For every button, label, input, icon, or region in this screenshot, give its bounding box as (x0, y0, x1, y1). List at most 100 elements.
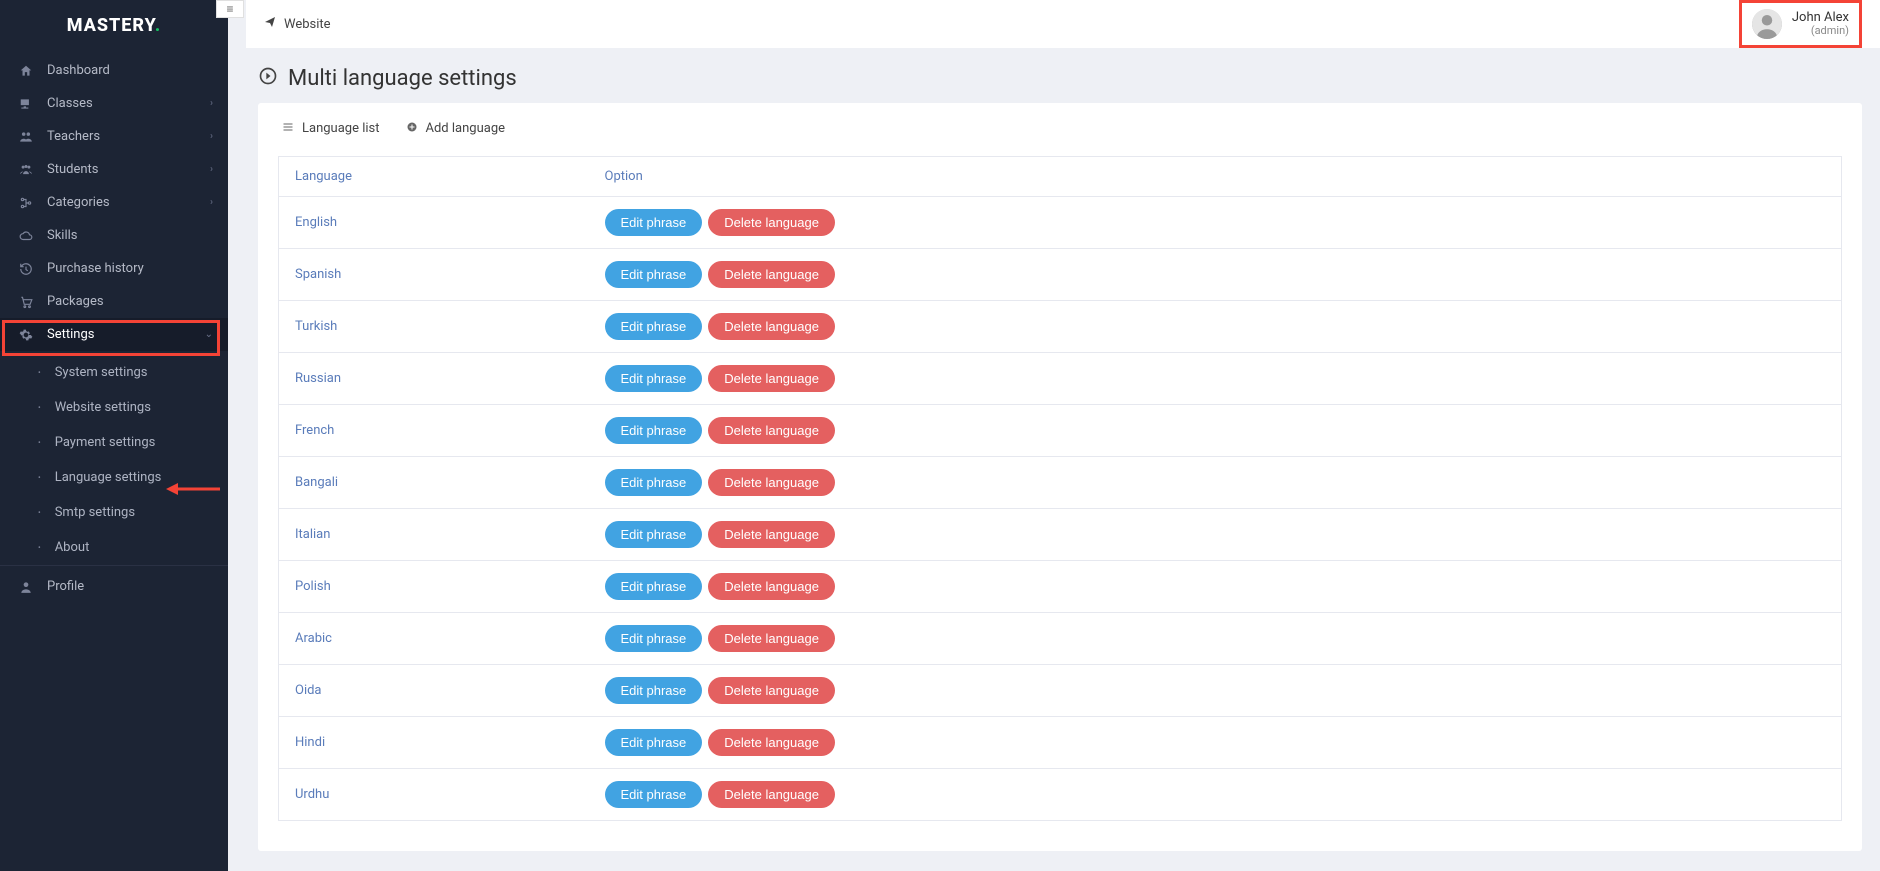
language-actions: Edit phraseDelete language (589, 509, 1842, 561)
sidebar-item-label: Students (47, 162, 99, 177)
sidebar-item-label: Teachers (47, 129, 100, 144)
language-actions: Edit phraseDelete language (589, 665, 1842, 717)
sub-item-website-settings[interactable]: •Website settings (0, 390, 228, 425)
language-actions: Edit phraseDelete language (589, 717, 1842, 769)
sidebar-item-label: Purchase history (47, 261, 144, 276)
language-actions: Edit phraseDelete language (589, 197, 1842, 249)
paper-plane-icon (264, 16, 276, 32)
edit-phrase-button[interactable]: Edit phrase (605, 261, 703, 288)
table-row: RussianEdit phraseDelete language (279, 353, 1842, 405)
bullet-icon: • (38, 473, 41, 482)
edit-phrase-button[interactable]: Edit phrase (605, 625, 703, 652)
table-row: French Edit phraseDelete language (279, 405, 1842, 457)
delete-language-button[interactable]: Delete language (708, 625, 835, 652)
sidebar-item-label: Dashboard (47, 63, 110, 78)
sidebar-item-packages[interactable]: Packages (0, 285, 228, 318)
delete-language-button[interactable]: Delete language (708, 781, 835, 808)
sub-item-label: Smtp settings (55, 505, 135, 520)
sub-item-smtp-settings[interactable]: •Smtp settings (0, 495, 228, 530)
language-name: Turkish (279, 301, 589, 353)
language-name: English (279, 197, 589, 249)
edit-phrase-button[interactable]: Edit phrase (605, 469, 703, 496)
language-name: Italian (279, 509, 589, 561)
language-name: Oida (279, 665, 589, 717)
sidebar-item-label: Categories (47, 195, 110, 210)
language-name: French (279, 405, 589, 457)
logo: MASTERY. ≡ (0, 0, 228, 50)
user-text: John Alex (admin) (1792, 11, 1849, 37)
delete-language-button[interactable]: Delete language (708, 209, 835, 236)
edit-phrase-button[interactable]: Edit phrase (605, 417, 703, 444)
delete-language-button[interactable]: Delete language (708, 729, 835, 756)
user-name: John Alex (1792, 11, 1849, 25)
table-row: SpanishEdit phraseDelete language (279, 249, 1842, 301)
sidebar-item-profile[interactable]: Profile (0, 570, 228, 603)
delete-language-button[interactable]: Delete language (708, 469, 835, 496)
gear-icon (15, 328, 37, 342)
sidebar-item-skills[interactable]: Skills (0, 219, 228, 252)
students-icon (15, 163, 37, 177)
delete-language-button[interactable]: Delete language (708, 365, 835, 392)
list-icon (282, 121, 294, 136)
delete-language-button[interactable]: Delete language (708, 417, 835, 444)
edit-phrase-button[interactable]: Edit phrase (605, 677, 703, 704)
sub-item-system-settings[interactable]: •System settings (0, 355, 228, 390)
website-link[interactable]: Website (264, 16, 331, 32)
language-actions: Edit phraseDelete language (589, 613, 1842, 665)
chevron-right-icon: › (210, 98, 213, 109)
sidebar-item-teachers[interactable]: Teachers › (0, 120, 228, 153)
table-row: Turkish Edit phraseDelete language (279, 301, 1842, 353)
edit-phrase-button[interactable]: Edit phrase (605, 209, 703, 236)
tabs: Language list Add language (258, 117, 1862, 146)
brand-name: MASTERY (67, 15, 155, 36)
chevron-down-icon: ⌄ (205, 329, 213, 340)
delete-language-button[interactable]: Delete language (708, 677, 835, 704)
categories-icon (15, 196, 37, 210)
sub-item-label: Payment settings (55, 435, 156, 450)
language-actions: Edit phraseDelete language (589, 353, 1842, 405)
language-name: Urdhu (279, 769, 589, 821)
language-name: Polish (279, 561, 589, 613)
sidebar-item-settings[interactable]: Settings ⌄ (0, 318, 228, 351)
sidebar-item-purchase-history[interactable]: Purchase history (0, 252, 228, 285)
tab-label: Add language (426, 121, 506, 136)
delete-language-button[interactable]: Delete language (708, 521, 835, 548)
sub-item-label: System settings (55, 365, 148, 380)
delete-language-button[interactable]: Delete language (708, 313, 835, 340)
edit-phrase-button[interactable]: Edit phrase (605, 521, 703, 548)
edit-phrase-button[interactable]: Edit phrase (605, 573, 703, 600)
language-actions: Edit phraseDelete language (589, 769, 1842, 821)
edit-phrase-button[interactable]: Edit phrase (605, 729, 703, 756)
user-menu[interactable]: John Alex (admin) (1739, 0, 1862, 48)
tab-language-list[interactable]: Language list (282, 121, 380, 136)
annotation-arrow (166, 480, 220, 498)
sidebar-item-categories[interactable]: Categories › (0, 186, 228, 219)
main: Website John Alex (admin) Multi language… (228, 0, 1880, 871)
sidebar-item-students[interactable]: Students › (0, 153, 228, 186)
sidebar: MASTERY. ≡ Dashboard Classes › (0, 0, 228, 871)
home-icon (15, 64, 37, 78)
edit-phrase-button[interactable]: Edit phrase (605, 781, 703, 808)
sidebar-item-label: Packages (47, 294, 104, 309)
sub-item-label: Language settings (55, 470, 162, 485)
page-title-row: Multi language settings (228, 48, 1880, 103)
tab-add-language[interactable]: Add language (406, 121, 506, 136)
edit-phrase-button[interactable]: Edit phrase (605, 365, 703, 392)
delete-language-button[interactable]: Delete language (708, 261, 835, 288)
sidebar-item-dashboard[interactable]: Dashboard (0, 54, 228, 87)
sub-item-label: Website settings (55, 400, 151, 415)
sub-item-payment-settings[interactable]: •Payment settings (0, 425, 228, 460)
sidebar-toggle[interactable]: ≡ (216, 0, 244, 18)
language-name: Bangali (279, 457, 589, 509)
sub-item-about[interactable]: •About (0, 530, 228, 565)
topbar: Website John Alex (admin) (246, 0, 1880, 48)
sidebar-item-label: Settings (47, 327, 94, 342)
sidebar-item-classes[interactable]: Classes › (0, 87, 228, 120)
table-row: OidaEdit phraseDelete language (279, 665, 1842, 717)
delete-language-button[interactable]: Delete language (708, 573, 835, 600)
language-name: Arabic (279, 613, 589, 665)
chevron-right-icon: › (210, 197, 213, 208)
table-row: Polish Edit phraseDelete language (279, 561, 1842, 613)
teachers-icon (15, 130, 37, 144)
edit-phrase-button[interactable]: Edit phrase (605, 313, 703, 340)
